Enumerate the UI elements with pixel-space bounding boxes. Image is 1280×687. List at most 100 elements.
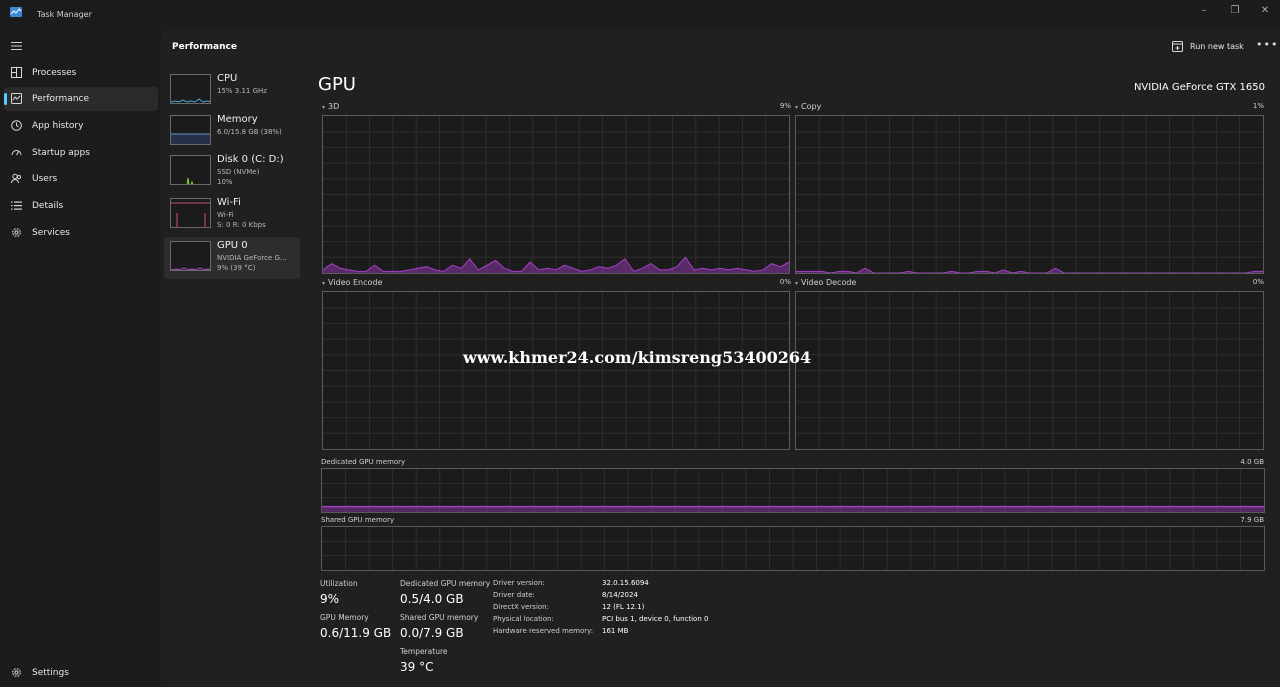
nav-item-startup-apps[interactable]: Startup apps	[4, 141, 158, 165]
graph-canvas	[323, 292, 789, 449]
nav-item-services[interactable]: Services	[4, 221, 158, 245]
nav-label: Startup apps	[32, 148, 90, 158]
engine-percent: 9%	[779, 102, 791, 110]
engine-graph-copy	[795, 115, 1264, 274]
device-detail: SSD (NVMe)	[217, 168, 260, 176]
watermark-text: www.khmer24.com/kimsreng53400264	[463, 348, 812, 367]
reserved-memory-key: Hardware reserved memory:	[493, 627, 594, 635]
graph-canvas	[322, 527, 1264, 570]
restore-icon[interactable]: ❐	[1226, 4, 1244, 18]
nav-label: Processes	[32, 68, 77, 78]
device-wifi[interactable]: Wi-Fi Wi-Fi S: 0 R: 0 Kbps	[164, 194, 300, 236]
sidebar: Processes Performance App history Startu…	[0, 30, 161, 687]
disk-thumbnail	[170, 155, 211, 185]
chevron-down-icon: ▾	[322, 280, 326, 287]
window-title: Task Manager	[37, 10, 92, 19]
shared-gpu-memory-value: 0.0/7.9 GB	[400, 626, 464, 640]
performance-monitor-icon	[11, 93, 22, 104]
engine-selector-3d[interactable]: ▾ 3D	[322, 102, 339, 111]
nav-item-processes[interactable]: Processes	[4, 61, 158, 85]
chevron-down-icon: ▾	[322, 104, 326, 111]
device-name: Disk 0 (C: D:)	[217, 154, 284, 165]
device-cpu[interactable]: CPU 15% 3.11 GHz	[164, 70, 300, 112]
driver-version-key: Driver version:	[493, 579, 545, 587]
utilization-value: 9%	[320, 592, 340, 606]
chevron-down-icon: ▾	[795, 280, 799, 287]
nav-label: Users	[32, 174, 58, 184]
users-icon	[11, 173, 22, 184]
engine-percent: 1%	[1252, 102, 1264, 110]
engine-selector-copy[interactable]: ▾ Copy	[795, 102, 821, 111]
nav-item-app-history[interactable]: App history	[4, 114, 158, 138]
nav-item-details[interactable]: Details	[4, 194, 158, 218]
device-disk[interactable]: Disk 0 (C: D:) SSD (NVMe) 10%	[164, 151, 300, 193]
nav-item-settings[interactable]: Settings	[4, 661, 158, 685]
shared-memory-label: Shared GPU memory	[321, 516, 395, 524]
nav-item-users[interactable]: Users	[4, 167, 158, 191]
run-new-task-label: Run new task	[1190, 42, 1244, 51]
utilization-label: Utilization	[320, 579, 358, 588]
close-icon[interactable]: ✕	[1256, 4, 1274, 18]
dedicated-gpu-memory-label: Dedicated GPU memory	[400, 579, 491, 588]
dedicated-memory-max: 4.0 GB	[1240, 458, 1264, 466]
nav-item-performance[interactable]: Performance	[4, 87, 158, 111]
engine-label: Video Encode	[328, 278, 383, 287]
shared-gpu-memory-label: Shared GPU memory	[400, 613, 479, 622]
driver-date-key: Driver date:	[493, 591, 535, 599]
gpu-thumbnail	[170, 241, 211, 271]
nav-label: App history	[32, 121, 84, 131]
device-gpu[interactable]: GPU 0 NVIDIA GeForce G... 9% (39 °C)	[164, 237, 300, 279]
active-indicator	[4, 93, 7, 105]
graph-canvas	[323, 116, 789, 273]
device-detail: 9% (39 °C)	[217, 264, 256, 272]
gear-icon	[12, 228, 21, 237]
graph-canvas	[322, 469, 1264, 512]
engine-label: Copy	[801, 102, 822, 111]
device-name: GPU 0	[217, 240, 248, 251]
shared-memory-graph	[321, 526, 1265, 571]
engine-label: Video Decode	[801, 278, 857, 287]
processes-grid-icon	[11, 67, 22, 78]
temperature-value: 39 °C	[400, 660, 434, 674]
list-details-icon	[11, 201, 22, 210]
dedicated-memory-graph	[321, 468, 1265, 513]
engine-percent: 0%	[1252, 278, 1264, 286]
hamburger-menu-icon[interactable]	[11, 42, 22, 50]
device-detail: Wi-Fi	[217, 211, 234, 219]
engine-graph-video-decode	[795, 291, 1264, 450]
directx-version-value: 12 (FL 12.1)	[602, 603, 645, 611]
device-name: Memory	[217, 114, 258, 125]
run-task-icon	[1172, 41, 1183, 52]
gpu-model-name: NVIDIA GeForce GTX 1650	[1133, 82, 1265, 93]
memory-usage-area	[322, 506, 1264, 512]
task-manager-icon	[10, 7, 22, 17]
engine-selector-video-decode[interactable]: ▾ Video Decode	[795, 278, 856, 287]
device-memory[interactable]: Memory 6.0/15.8 GB (38%)	[164, 111, 300, 153]
speedometer-icon	[11, 150, 22, 156]
engine-label: 3D	[328, 102, 340, 111]
minimize-icon[interactable]: –	[1195, 4, 1213, 18]
engine-graph-3d	[322, 115, 790, 274]
driver-date-value: 8/14/2024	[602, 591, 638, 599]
nav-label: Services	[32, 228, 70, 238]
chevron-down-icon: ▾	[795, 104, 799, 111]
physical-location-key: Physical location:	[493, 615, 554, 623]
gpu-title: GPU	[318, 74, 356, 95]
reserved-memory-value: 161 MB	[602, 627, 629, 635]
wifi-thumbnail	[170, 198, 211, 228]
graph-canvas	[796, 292, 1263, 449]
more-options-icon[interactable]: •••	[1256, 38, 1278, 51]
memory-thumbnail	[170, 115, 211, 145]
engine-graph-video-encode	[322, 291, 790, 450]
temperature-label: Temperature	[400, 647, 448, 656]
directx-version-key: DirectX version:	[493, 603, 549, 611]
device-detail: NVIDIA GeForce G...	[217, 254, 287, 262]
settings-label: Settings	[32, 668, 69, 678]
engine-selector-video-encode[interactable]: ▾ Video Encode	[322, 278, 382, 287]
title-bar: Task Manager – ❐ ✕	[0, 0, 1280, 30]
device-name: CPU	[217, 73, 238, 84]
cpu-thumbnail	[170, 74, 211, 104]
device-detail: S: 0 R: 0 Kbps	[217, 221, 266, 229]
device-detail: 6.0/15.8 GB (38%)	[217, 128, 282, 136]
graph-canvas	[796, 116, 1263, 273]
